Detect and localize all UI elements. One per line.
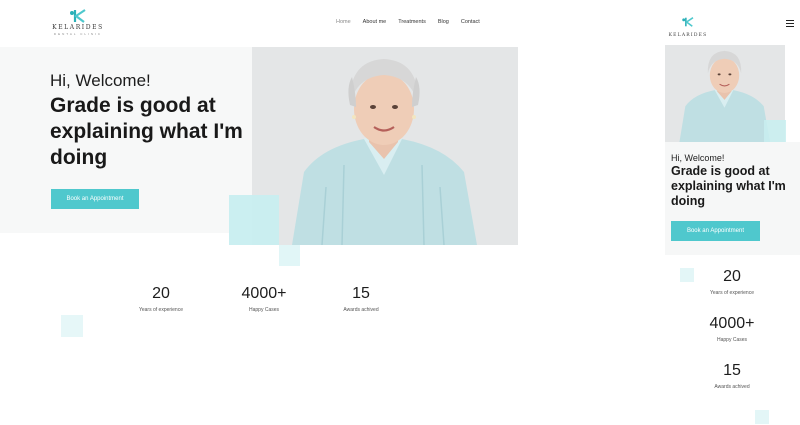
stat-label: Years of experience (709, 290, 754, 296)
stat-label: Happy Cases (248, 307, 279, 313)
stat-label: Awards achived (714, 384, 750, 390)
stat-awards: 15 Awards achived (316, 285, 406, 313)
mobile-brand-logo[interactable]: KELARIDES (666, 14, 710, 38)
stat-value: 20 (152, 285, 170, 302)
accent-square (755, 410, 769, 424)
hamburger-menu-icon[interactable] (786, 20, 794, 29)
hero-photo (252, 47, 518, 245)
nav-contact[interactable]: Contact (461, 19, 480, 25)
accent-square (61, 315, 83, 337)
nav-home[interactable]: Home (336, 19, 351, 25)
stat-label: Years of experience (138, 307, 183, 313)
brand-name: KELARIDES (52, 24, 104, 31)
stat-label: Happy Cases (716, 337, 747, 343)
brand-tagline: DENTAL CLINIC (53, 32, 103, 36)
accent-square (279, 245, 300, 266)
portrait-illustration (252, 47, 518, 245)
mobile-stat-awards: 15 Awards achived (687, 362, 777, 390)
nav-blog[interactable]: Blog (438, 19, 449, 25)
stat-experience: 20 Years of experience (116, 285, 206, 313)
accent-square (229, 195, 279, 245)
mobile-hero-headline: Grade is good at explaining what I'm doi… (671, 164, 786, 208)
k-monogram-icon (682, 17, 694, 27)
book-appointment-button[interactable]: Book an Appointment (51, 189, 139, 209)
mobile-hero-greeting: Hi, Welcome! (671, 153, 725, 163)
stat-value: 15 (723, 362, 741, 379)
main-nav: Home About me Treatments Blog Contact (336, 19, 480, 25)
nav-about[interactable]: About me (363, 19, 387, 25)
hero-greeting: Hi, Welcome! (50, 71, 151, 90)
hero-headline: Grade is good at explaining what I'm doi… (50, 94, 243, 169)
k-monogram-icon (70, 9, 86, 23)
brand-name: KELARIDES (668, 33, 708, 38)
mobile-stat-experience: 20 Years of experience (687, 268, 777, 296)
stat-value: 20 (723, 268, 741, 285)
stat-value: 4000+ (709, 315, 755, 332)
stat-value: 15 (352, 285, 370, 302)
mobile-book-appointment-button[interactable]: Book an Appointment (671, 221, 760, 241)
brand-logo[interactable]: KELARIDES DENTAL CLINIC (50, 9, 106, 39)
nav-treatments[interactable]: Treatments (398, 19, 426, 25)
stat-cases: 4000+ Happy Cases (219, 285, 309, 313)
accent-square (764, 120, 786, 142)
mobile-stat-cases: 4000+ Happy Cases (687, 315, 777, 343)
stat-label: Awards achived (343, 307, 379, 313)
stat-value: 4000+ (241, 285, 287, 302)
